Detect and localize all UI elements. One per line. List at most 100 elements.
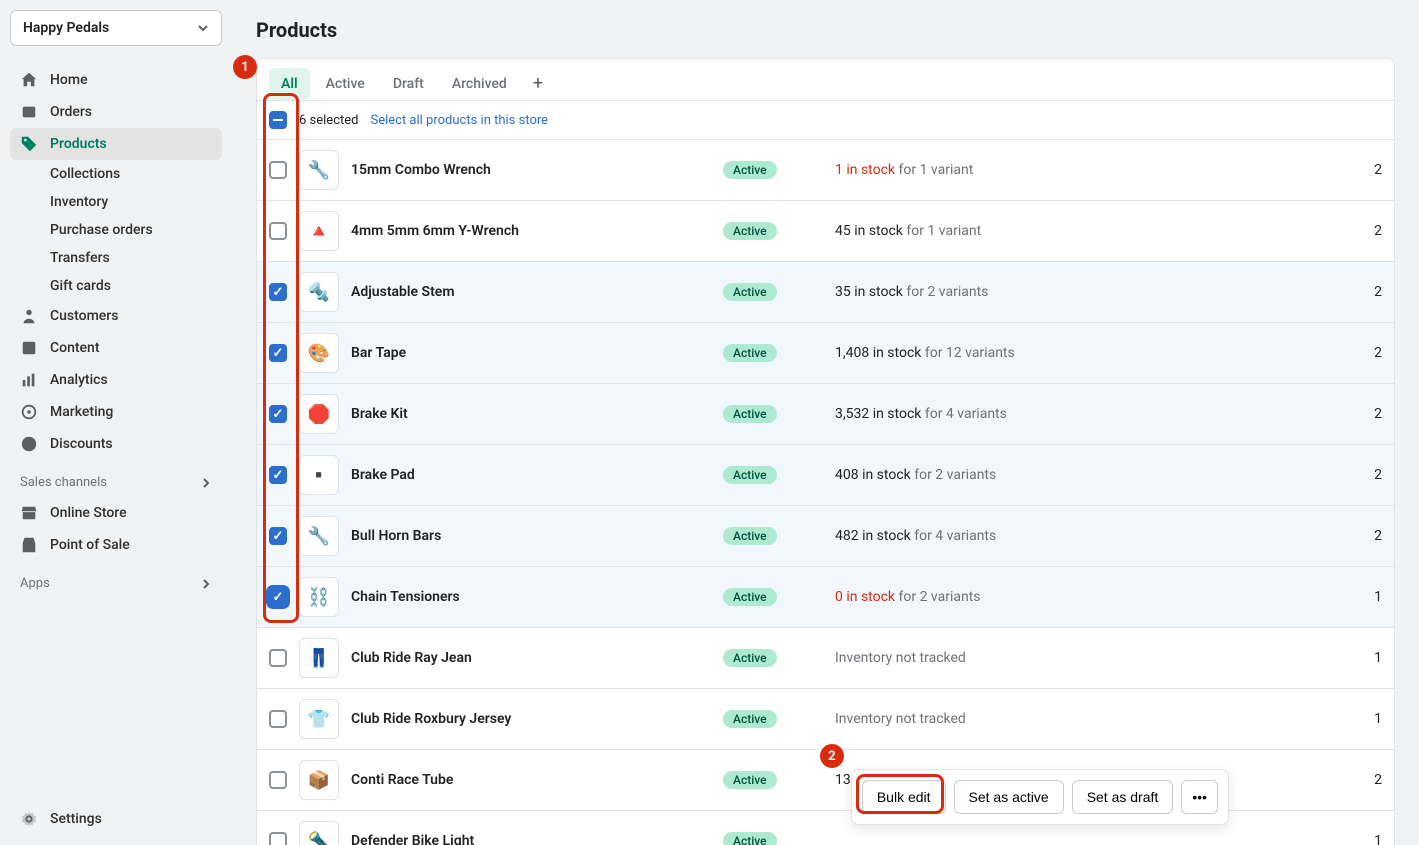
inventory-cell: 0 in stock for 2 variants — [835, 589, 1320, 605]
row-checkbox[interactable] — [269, 161, 287, 179]
sales-channels-label: Sales channels — [10, 468, 222, 497]
tab-all[interactable]: All — [269, 68, 310, 100]
inventory-cell: 35 in stock for 2 variants — [835, 284, 1320, 300]
product-thumbnail: 🔺 — [299, 211, 339, 251]
store-selector[interactable]: Happy Pedals — [10, 10, 222, 46]
status-cell: Active — [723, 650, 823, 666]
product-name[interactable]: Bar Tape — [351, 345, 711, 361]
set-draft-button[interactable]: Set as draft — [1072, 780, 1174, 814]
tab-draft[interactable]: Draft — [381, 68, 436, 100]
row-checkbox[interactable] — [269, 466, 287, 484]
status-badge: Active — [723, 588, 777, 606]
status-cell: Active — [723, 406, 823, 422]
main-content: Products 1 All Active Draft Archived + 6… — [232, 0, 1419, 845]
pos-icon — [20, 536, 38, 554]
table-row: 👕Club Ride Roxbury JerseyActiveInventory… — [257, 689, 1394, 750]
status-badge: Active — [723, 771, 777, 789]
channels-cell: 2 — [1332, 223, 1382, 239]
dots-icon: ••• — [1192, 789, 1207, 805]
marketing-icon — [20, 403, 38, 421]
product-thumbnail: 👕 — [299, 699, 339, 739]
status-cell: Active — [723, 162, 823, 178]
status-cell: Active — [723, 833, 823, 845]
channels-cell: 2 — [1332, 345, 1382, 361]
more-actions-button[interactable]: ••• — [1181, 780, 1218, 814]
row-checkbox[interactable] — [269, 527, 287, 545]
nav-content[interactable]: Content — [10, 332, 222, 364]
row-checkbox[interactable] — [269, 344, 287, 362]
subnav-gift-cards[interactable]: Gift cards — [40, 272, 222, 300]
product-name[interactable]: Brake Pad — [351, 467, 711, 483]
product-name[interactable]: Adjustable Stem — [351, 284, 711, 300]
subnav-collections[interactable]: Collections — [40, 160, 222, 188]
channels-cell: 2 — [1332, 162, 1382, 178]
status-badge: Active — [723, 405, 777, 423]
nav-home[interactable]: Home — [10, 64, 222, 96]
plus-icon: + — [533, 73, 543, 94]
tab-archived[interactable]: Archived — [440, 68, 519, 100]
product-name[interactable]: Bull Horn Bars — [351, 528, 711, 544]
table-row: 🔩 Adjustable Stem Active 35 in stock for 2 … — [257, 262, 1394, 323]
nav-products[interactable]: Products — [10, 128, 222, 160]
nav-settings[interactable]: Settings — [10, 803, 222, 835]
status-cell: Active — [723, 467, 823, 483]
nav-customers[interactable]: Customers — [10, 300, 222, 332]
product-name[interactable]: 4mm 5mm 6mm Y-Wrench — [351, 223, 711, 239]
product-thumbnail: ⛓️ — [299, 577, 339, 617]
products-card: 1 All Active Draft Archived + 6 selected… — [256, 58, 1395, 845]
nav-online-store[interactable]: Online Store — [10, 497, 222, 529]
chevron-right-icon[interactable] — [200, 578, 212, 590]
row-checkbox[interactable] — [269, 283, 287, 301]
tab-active[interactable]: Active — [314, 68, 377, 100]
status-cell: Active — [723, 528, 823, 544]
row-checkbox[interactable] — [269, 771, 287, 789]
product-thumbnail: 📦 — [299, 760, 339, 800]
product-name[interactable]: Defender Bike Light — [351, 833, 711, 845]
subnav-transfers[interactable]: Transfers — [40, 244, 222, 272]
product-name[interactable]: Brake Kit — [351, 406, 711, 422]
product-name[interactable]: Conti Race Tube — [351, 772, 711, 788]
row-checkbox[interactable] — [269, 405, 287, 423]
bulk-edit-button[interactable]: Bulk edit — [862, 780, 946, 814]
chevron-right-icon[interactable] — [200, 477, 212, 489]
product-name[interactable]: Chain Tensioners — [351, 589, 711, 605]
status-badge: Active — [723, 161, 777, 179]
row-checkbox[interactable] — [269, 588, 287, 606]
add-view-button[interactable]: + — [523, 67, 553, 100]
annotation-2: 2 — [820, 744, 844, 768]
select-all-link[interactable]: Select all products in this store — [370, 113, 548, 128]
product-thumbnail: 🎨 — [299, 333, 339, 373]
gear-icon — [20, 810, 38, 828]
status-badge: Active — [723, 344, 777, 362]
subnav-inventory[interactable]: Inventory — [40, 188, 222, 216]
store-name: Happy Pedals — [23, 20, 109, 36]
row-checkbox[interactable] — [269, 649, 287, 667]
nav-pos[interactable]: Point of Sale — [10, 529, 222, 561]
status-badge: Active — [723, 710, 777, 728]
nav-discounts[interactable]: Discounts — [10, 428, 222, 460]
table-row: ⛓️ Chain Tensioners Active 0 in stock for 2… — [257, 567, 1394, 628]
status-cell: Active — [723, 345, 823, 361]
product-rows: 🔧15mm Combo WrenchActive1 in stock for 1… — [257, 140, 1394, 845]
nav-orders[interactable]: Orders — [10, 96, 222, 128]
status-badge: Active — [723, 283, 777, 301]
inventory-cell: 408 in stock for 2 variants — [835, 467, 1320, 483]
nav-marketing[interactable]: Marketing — [10, 396, 222, 428]
nav-label: Content — [50, 340, 100, 356]
product-thumbnail: 🔩 — [299, 272, 339, 312]
row-checkbox[interactable] — [269, 710, 287, 728]
set-active-button[interactable]: Set as active — [954, 780, 1064, 814]
inventory-cell: 45 in stock for 1 variant — [835, 223, 1320, 239]
main-nav: Home Orders Products Collections Invento… — [10, 64, 222, 598]
row-checkbox[interactable] — [269, 222, 287, 240]
sidebar: Happy Pedals Home Orders Products Collec… — [0, 0, 232, 845]
nav-analytics[interactable]: Analytics — [10, 364, 222, 396]
subnav-purchase-orders[interactable]: Purchase orders — [40, 216, 222, 244]
product-name[interactable]: 15mm Combo Wrench — [351, 162, 711, 178]
product-name[interactable]: Club Ride Roxbury Jersey — [351, 711, 711, 727]
channels-cell: 2 — [1332, 467, 1382, 483]
select-all-checkbox[interactable] — [269, 111, 287, 129]
product-name[interactable]: Club Ride Ray Jean — [351, 650, 711, 666]
person-icon — [20, 307, 38, 325]
row-checkbox[interactable] — [269, 832, 287, 845]
